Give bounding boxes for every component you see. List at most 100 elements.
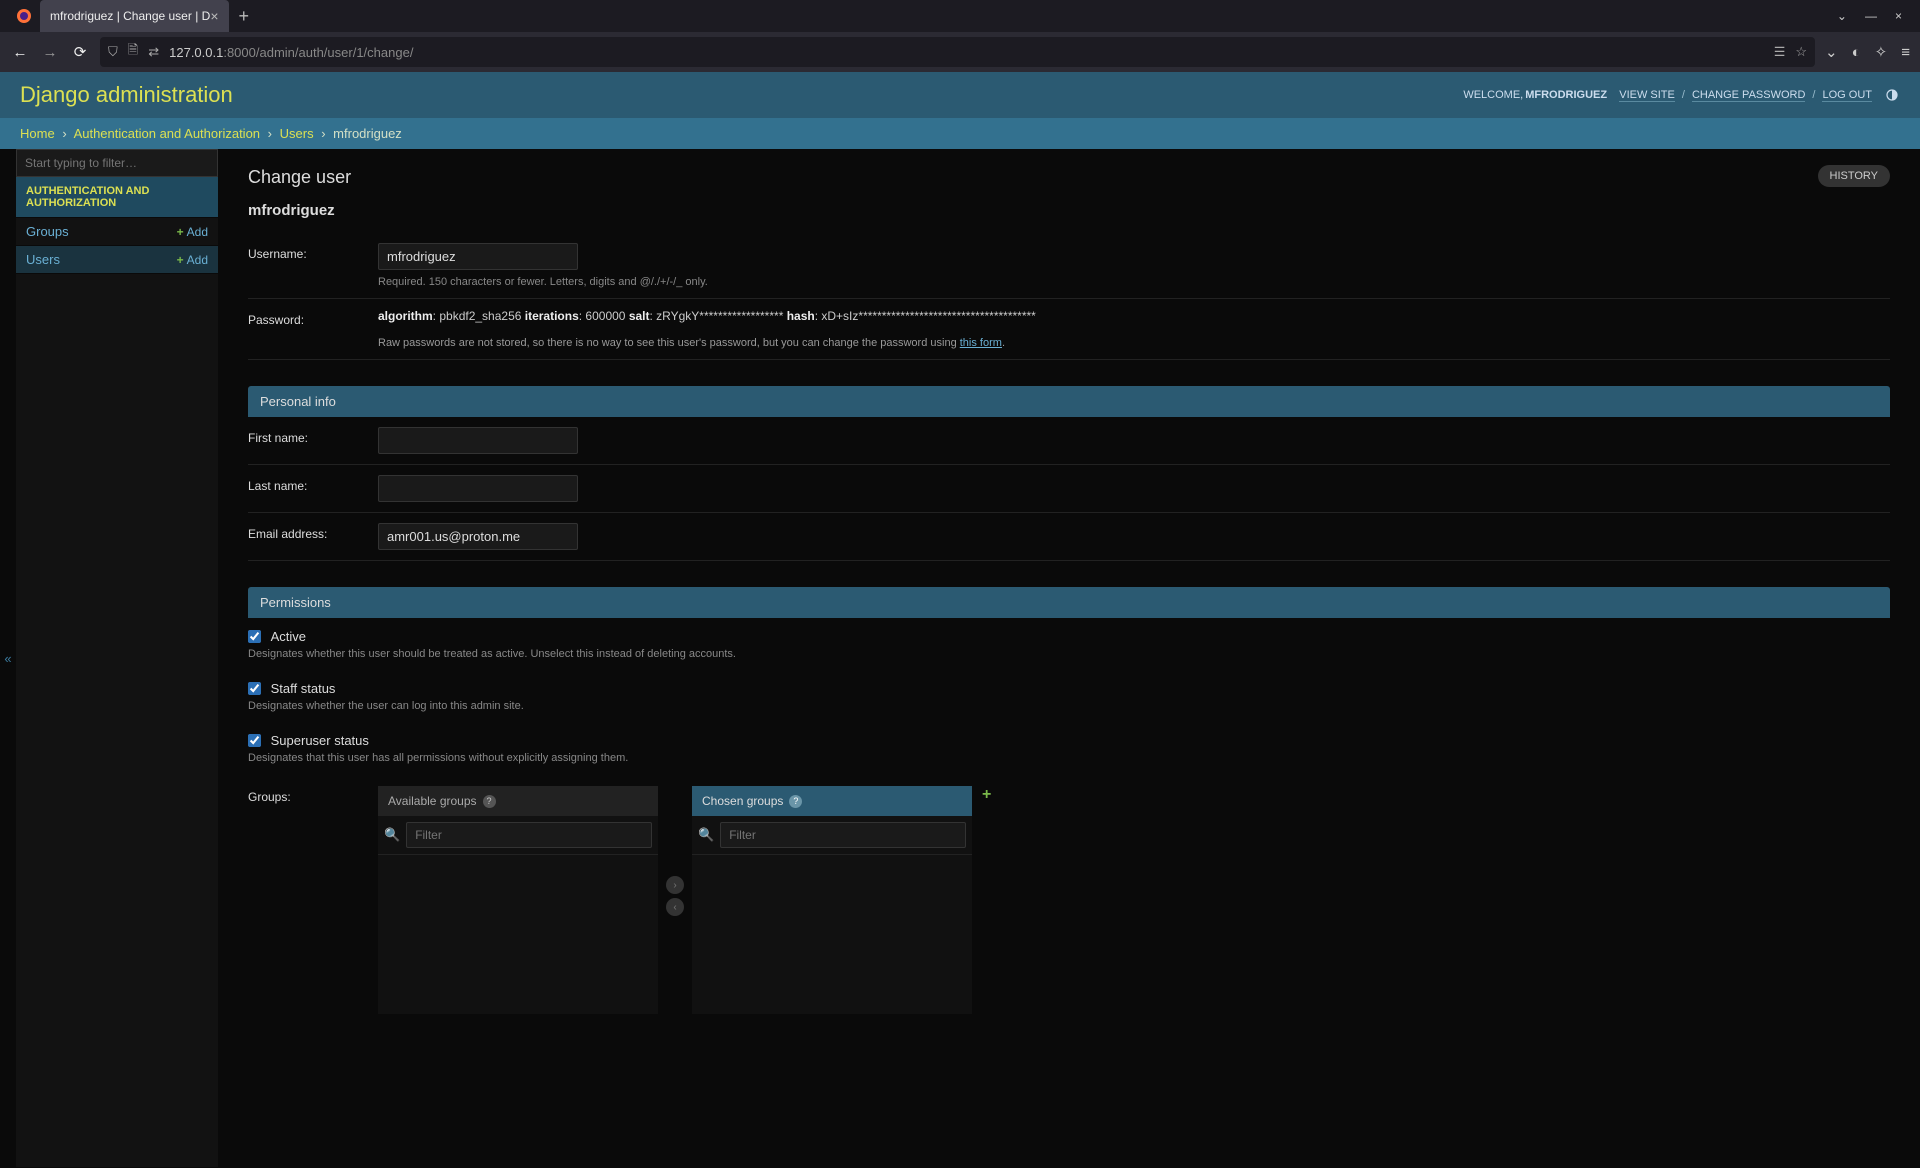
nav-bar: ← → ⟳ ⛉ 🗎 ⇄ 127.0.0.1:8000/admin/auth/us… (0, 32, 1920, 72)
last-name-label: Last name: (248, 475, 378, 493)
django-header: Django administration WELCOME, MFRODRIGU… (0, 72, 1920, 118)
sidebar: AUTHENTICATION AND AUTHORIZATION Groups … (16, 149, 218, 1167)
tab-bar: mfrodriguez | Change user | D × + ⌄ — × (0, 0, 1920, 32)
back-button[interactable]: ← (10, 44, 30, 61)
password-note: Raw passwords are not stored, so there i… (378, 337, 1890, 349)
breadcrumb-home[interactable]: Home (20, 126, 55, 141)
breadcrumb: Home › Authentication and Authorization … (0, 118, 1920, 149)
view-site-link[interactable]: VIEW SITE (1619, 89, 1675, 102)
url-text: 127.0.0.1:8000/admin/auth/user/1/change/ (169, 45, 1764, 60)
available-groups-selector: Available groups ? 🔍 (378, 786, 658, 1014)
theme-toggle-icon[interactable] (1884, 87, 1900, 103)
welcome-user: MFRODRIGUEZ (1525, 89, 1607, 101)
account-icon[interactable]: ◐ (1852, 44, 1861, 61)
browser-chrome: mfrodriguez | Change user | D × + ⌄ — × … (0, 0, 1920, 72)
change-password-form-link[interactable]: this form (960, 337, 1002, 349)
bookmark-icon[interactable]: ☆ (1795, 44, 1807, 60)
chosen-groups-header: Chosen groups ? (692, 786, 972, 816)
history-button[interactable]: HISTORY (1818, 165, 1891, 187)
move-right-icon[interactable]: › (666, 876, 684, 894)
chosen-list[interactable] (692, 854, 972, 1014)
site-title[interactable]: Django administration (20, 82, 233, 108)
chosen-filter-input[interactable] (720, 822, 966, 848)
sidebar-add-users[interactable]: +Add (177, 253, 208, 267)
password-info: algorithm: pbkdf2_sha256 iterations: 600… (378, 309, 1890, 323)
object-name: mfrodriguez (248, 202, 1890, 219)
search-icon: 🔍 (698, 827, 714, 843)
shield-icon[interactable]: ⛉ (108, 44, 118, 60)
available-groups-header: Available groups ? (378, 786, 658, 816)
tab-title: mfrodriguez | Change user | D (50, 9, 210, 23)
email-label: Email address: (248, 523, 378, 541)
move-left-icon[interactable]: ‹ (666, 898, 684, 916)
close-window-icon[interactable]: × (1895, 9, 1902, 23)
username-help: Required. 150 characters or fewer. Lette… (378, 276, 1890, 288)
collapse-sidebar-icon[interactable]: « (4, 651, 11, 666)
sidebar-item-users[interactable]: Users +Add (16, 246, 218, 274)
sidebar-filter-input[interactable] (16, 149, 218, 177)
username-input[interactable] (378, 243, 578, 270)
row-username: Username: Required. 150 characters or fe… (248, 233, 1890, 299)
add-group-icon[interactable]: + (982, 786, 991, 804)
staff-checkbox[interactable] (248, 682, 261, 695)
reload-button[interactable]: ⟳ (70, 43, 90, 61)
staff-help: Designates whether the user can log into… (248, 700, 1890, 712)
email-input[interactable] (378, 523, 578, 550)
chosen-groups-selector: Chosen groups ? 🔍 (692, 786, 972, 1014)
row-active: Active (248, 618, 1890, 648)
page-info-icon[interactable]: 🗎 (128, 41, 138, 63)
menu-icon[interactable]: ≡ (1901, 44, 1910, 61)
sidebar-app-caption[interactable]: AUTHENTICATION AND AUTHORIZATION (16, 177, 218, 218)
sidebar-toggle-column: « (0, 149, 16, 1167)
window-controls: ⌄ — × (1837, 9, 1912, 23)
superuser-help: Designates that this user has all permis… (248, 752, 1890, 764)
sidebar-item-label[interactable]: Groups (26, 224, 69, 239)
firefox-icon (16, 8, 32, 24)
change-password-link[interactable]: CHANGE PASSWORD (1692, 89, 1805, 102)
staff-label[interactable]: Staff status (271, 681, 336, 696)
available-filter-input[interactable] (406, 822, 652, 848)
superuser-checkbox[interactable] (248, 734, 261, 747)
new-tab-button[interactable]: + (229, 6, 260, 27)
sidebar-add-groups[interactable]: +Add (177, 225, 208, 239)
section-permissions: Permissions (248, 587, 1890, 618)
breadcrumb-app[interactable]: Authentication and Authorization (74, 126, 260, 141)
plus-icon: + (177, 225, 184, 239)
row-superuser: Superuser status (248, 722, 1890, 752)
help-icon[interactable]: ? (483, 795, 496, 808)
row-staff: Staff status (248, 670, 1890, 700)
logout-link[interactable]: LOG OUT (1822, 89, 1872, 102)
welcome-text: WELCOME, (1463, 89, 1523, 101)
pocket-icon[interactable]: ⌄ (1825, 43, 1838, 61)
sidebar-item-groups[interactable]: Groups +Add (16, 218, 218, 246)
row-groups: Groups: Available groups ? 🔍 › ‹ (248, 774, 1890, 1014)
object-tools: HISTORY (1818, 167, 1891, 182)
superuser-label[interactable]: Superuser status (271, 733, 369, 748)
extensions-icon[interactable]: ✧ (1875, 43, 1888, 61)
row-last-name: Last name: (248, 465, 1890, 513)
first-name-input[interactable] (378, 427, 578, 454)
password-label: Password: (248, 309, 378, 327)
selector-controls: › ‹ (664, 786, 686, 916)
chevron-down-icon[interactable]: ⌄ (1837, 9, 1847, 23)
available-list[interactable] (378, 854, 658, 1014)
reader-icon[interactable]: ☰ (1774, 44, 1786, 60)
breadcrumb-model[interactable]: Users (280, 126, 314, 141)
last-name-input[interactable] (378, 475, 578, 502)
search-icon: 🔍 (384, 827, 400, 843)
active-checkbox[interactable] (248, 630, 261, 643)
sidebar-item-label[interactable]: Users (26, 252, 60, 267)
close-icon[interactable]: × (210, 8, 218, 24)
first-name-label: First name: (248, 427, 378, 445)
user-tools: WELCOME, MFRODRIGUEZ VIEW SITE / CHANGE … (1463, 87, 1900, 103)
row-password: Password: algorithm: pbkdf2_sha256 itera… (248, 299, 1890, 360)
active-label[interactable]: Active (271, 629, 306, 644)
browser-tab[interactable]: mfrodriguez | Change user | D × (40, 0, 229, 32)
active-help: Designates whether this user should be t… (248, 648, 1890, 660)
breadcrumb-object: mfrodriguez (333, 126, 402, 141)
minimize-icon[interactable]: — (1865, 9, 1877, 23)
help-icon[interactable]: ? (789, 795, 802, 808)
url-bar[interactable]: ⛉ 🗎 ⇄ 127.0.0.1:8000/admin/auth/user/1/c… (100, 37, 1815, 67)
permissions-icon[interactable]: ⇄ (148, 44, 159, 60)
forward-button: → (40, 44, 60, 61)
